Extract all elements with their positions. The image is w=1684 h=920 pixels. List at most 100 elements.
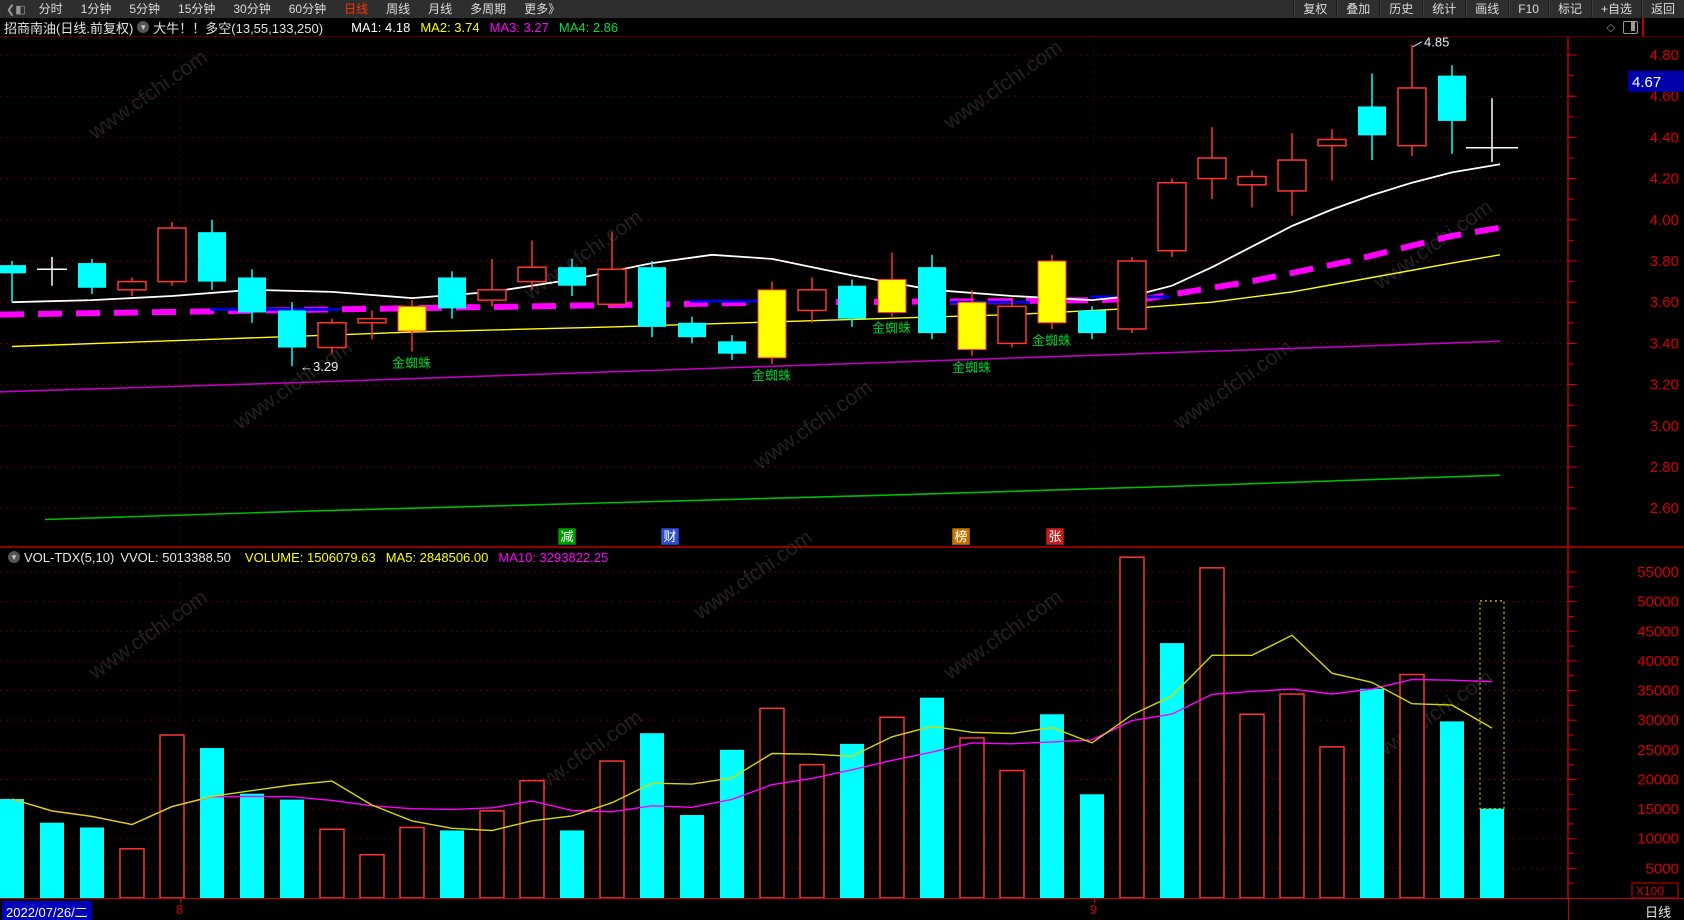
volume-bar-33[interactable] xyxy=(1319,746,1345,898)
toolbar-action-1[interactable]: 叠加 xyxy=(1336,0,1379,18)
volume-bar-30[interactable] xyxy=(1199,567,1225,898)
indicator-collapse-icon[interactable]: ▾ xyxy=(137,21,150,33)
volume-bar-22[interactable] xyxy=(879,716,905,898)
volume-bar-1[interactable] xyxy=(40,822,64,898)
period-tab-4[interactable]: 30分钟 xyxy=(224,0,279,18)
volume-collapse-icon[interactable]: ▾ xyxy=(8,551,20,563)
volume-bar-28[interactable] xyxy=(1119,556,1145,898)
candle-1[interactable] xyxy=(37,256,67,286)
toolbar-action-3[interactable]: 统计 xyxy=(1422,0,1465,18)
period-tab-10[interactable]: 更多》 xyxy=(515,0,569,18)
marker-减[interactable]: 减 xyxy=(557,527,577,546)
candle-18[interactable] xyxy=(718,335,746,360)
period-tab-2[interactable]: 5分钟 xyxy=(120,0,169,18)
volume-bar-20[interactable] xyxy=(799,763,825,898)
candle-22[interactable] xyxy=(877,252,907,317)
candle-11[interactable] xyxy=(438,271,466,319)
candle-9[interactable] xyxy=(357,310,387,340)
candle-5[interactable] xyxy=(198,219,226,290)
period-tab-7[interactable]: 周线 xyxy=(377,0,419,18)
volume-bar-3[interactable] xyxy=(119,848,145,898)
volume-bar-12[interactable] xyxy=(479,810,505,898)
volume-bar-11[interactable] xyxy=(440,830,464,898)
candle-26[interactable] xyxy=(1037,254,1067,329)
volume-bar-31[interactable] xyxy=(1239,713,1265,898)
volume-bar-15[interactable] xyxy=(599,760,625,898)
volume-bar-32[interactable] xyxy=(1279,693,1305,898)
candle-34[interactable] xyxy=(1358,73,1386,161)
volume-bar-17[interactable] xyxy=(680,815,704,898)
candle-23[interactable] xyxy=(918,254,946,340)
volume-bar-4[interactable] xyxy=(159,734,185,898)
chart-canvas[interactable]: www.cfchi.com www.cfchi.com www.cfchi.com w… xyxy=(0,36,1684,898)
toolbar-action-6[interactable]: 标记 xyxy=(1547,0,1591,18)
period-tab-3[interactable]: 15分钟 xyxy=(169,0,224,18)
candle-25[interactable] xyxy=(997,298,1027,348)
candle-28[interactable] xyxy=(1117,256,1147,334)
candle-3[interactable] xyxy=(117,277,147,297)
volume-bar-24[interactable] xyxy=(959,737,985,898)
indicator-title[interactable]: 大牛！！多空(13,55,133,250) xyxy=(153,18,323,37)
candle-32[interactable] xyxy=(1277,133,1307,216)
candle-0[interactable] xyxy=(0,261,26,303)
marker-张[interactable]: 张 xyxy=(1045,527,1065,546)
candle-6[interactable] xyxy=(238,269,266,323)
period-tab-5[interactable]: 60分钟 xyxy=(280,0,335,18)
period-tab-0[interactable]: 分时 xyxy=(30,0,72,18)
volume-bar-34[interactable] xyxy=(1360,688,1384,898)
volume-bar-19[interactable] xyxy=(759,707,785,898)
collapse-icon[interactable]: ❮◧ xyxy=(0,3,30,16)
volume-bar-37[interactable] xyxy=(1480,808,1504,898)
toolbar-action-8[interactable]: 返回 xyxy=(1640,0,1684,18)
candle-16[interactable] xyxy=(638,261,666,338)
period-tab-8[interactable]: 月线 xyxy=(419,0,461,18)
candle-31[interactable] xyxy=(1237,170,1267,208)
volume-bar-25[interactable] xyxy=(999,769,1025,898)
candle-33[interactable] xyxy=(1317,129,1347,181)
candle-4[interactable] xyxy=(157,221,187,286)
candle-10[interactable] xyxy=(397,300,427,352)
split-view-icon[interactable] xyxy=(1623,20,1638,34)
candle-17[interactable] xyxy=(678,316,706,344)
marker-榜[interactable]: 榜 xyxy=(951,527,971,546)
volume-bar-14[interactable] xyxy=(560,830,584,898)
volume-bar-29[interactable] xyxy=(1160,643,1184,898)
period-tab-6[interactable]: 日线 xyxy=(335,0,377,18)
volume-bar-7[interactable] xyxy=(280,799,304,898)
diamond-icon[interactable]: ◇ xyxy=(1607,21,1615,34)
toolbar-action-2[interactable]: 历史 xyxy=(1379,0,1422,18)
toolbar-action-4[interactable]: 画线 xyxy=(1465,0,1508,18)
candle-12[interactable] xyxy=(477,258,507,307)
stock-title[interactable]: 招商南油(日线.前复权) xyxy=(4,18,133,37)
volume-bar-36[interactable] xyxy=(1440,721,1464,898)
candles-layer[interactable] xyxy=(0,44,1518,367)
volume-bar-0[interactable] xyxy=(0,799,24,898)
toolbar-action-7[interactable]: +自选 xyxy=(1590,0,1641,18)
candle-19[interactable] xyxy=(757,281,787,364)
volume-bar-6[interactable] xyxy=(240,793,264,898)
period-tab-1[interactable]: 1分钟 xyxy=(72,0,121,18)
volume-bar-10[interactable] xyxy=(399,826,425,898)
candle-37[interactable] xyxy=(1466,98,1518,163)
candle-35[interactable] xyxy=(1397,44,1427,156)
period-indicator[interactable]: 日线 xyxy=(1645,902,1671,920)
candle-29[interactable] xyxy=(1157,178,1187,257)
volume-bar-35[interactable] xyxy=(1399,673,1425,898)
candle-36[interactable] xyxy=(1438,65,1466,154)
toolbar-action-5[interactable]: F10 xyxy=(1508,0,1548,18)
candle-7[interactable] xyxy=(278,302,306,367)
marker-财[interactable]: 财 xyxy=(660,527,680,546)
volume-bar-27[interactable] xyxy=(1080,794,1104,898)
volume-bar-21[interactable] xyxy=(840,743,864,898)
volume-indicator-title[interactable]: VOL-TDX(5,10) xyxy=(24,550,114,565)
volume-bar-13[interactable] xyxy=(519,779,545,898)
candle-30[interactable] xyxy=(1197,127,1227,200)
volume-bars[interactable] xyxy=(0,556,1505,898)
volume-bar-8[interactable] xyxy=(319,828,345,898)
volume-bar-9[interactable] xyxy=(359,853,385,898)
candle-2[interactable] xyxy=(78,258,106,294)
volume-bar-16[interactable] xyxy=(640,733,664,898)
candle-20[interactable] xyxy=(797,277,827,323)
volume-bar-2[interactable] xyxy=(80,827,104,898)
candle-27[interactable] xyxy=(1078,306,1106,340)
